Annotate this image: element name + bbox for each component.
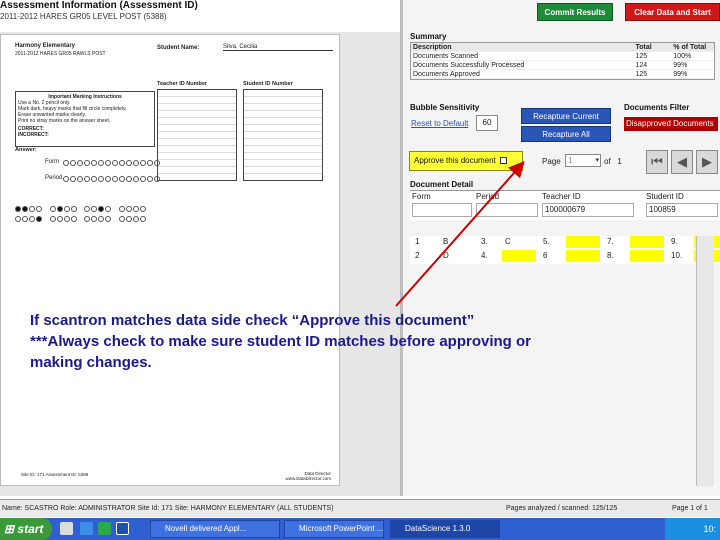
note-line-2: ***Always check to make sure student ID … (30, 333, 531, 350)
arrow-line (395, 161, 525, 307)
note-line-3: making changes. (30, 354, 152, 371)
status-user: Name: SCASTRO Role: ADMINISTRATOR Site I… (2, 505, 334, 512)
clock: 10: (703, 524, 716, 534)
annotation-arrow (395, 161, 525, 307)
browser-icon[interactable] (80, 522, 93, 535)
status-page-count: Page 1 of 1 (672, 505, 708, 512)
note-line-1: If scantron matches data side check “App… (30, 312, 475, 329)
start-label: start (17, 522, 44, 536)
status-pages: Pages analyzed / scanned: 125/125 (506, 505, 618, 512)
instruction-note: If scantron matches data side check “App… (30, 310, 680, 373)
status-bar: Name: SCASTRO Role: ADMINISTRATOR Site I… (0, 499, 720, 517)
start-button[interactable]: ⊞ start (0, 518, 52, 540)
word-icon[interactable] (116, 522, 129, 535)
windows-logo-icon: ⊞ (4, 522, 15, 536)
taskbar-item-powerpoint[interactable]: Microsoft PowerPoint ... (284, 520, 384, 538)
taskbar-item-datascience[interactable]: DataScience 1.3.0 (390, 520, 500, 538)
taskbar-item-novell[interactable]: Novell delivered Appl... (150, 520, 280, 538)
system-tray: 10: (665, 518, 720, 540)
excel-icon[interactable] (98, 522, 111, 535)
desktop-icon[interactable] (60, 522, 73, 535)
taskbar: ⊞ start Novell delivered Appl... Microso… (0, 518, 720, 540)
